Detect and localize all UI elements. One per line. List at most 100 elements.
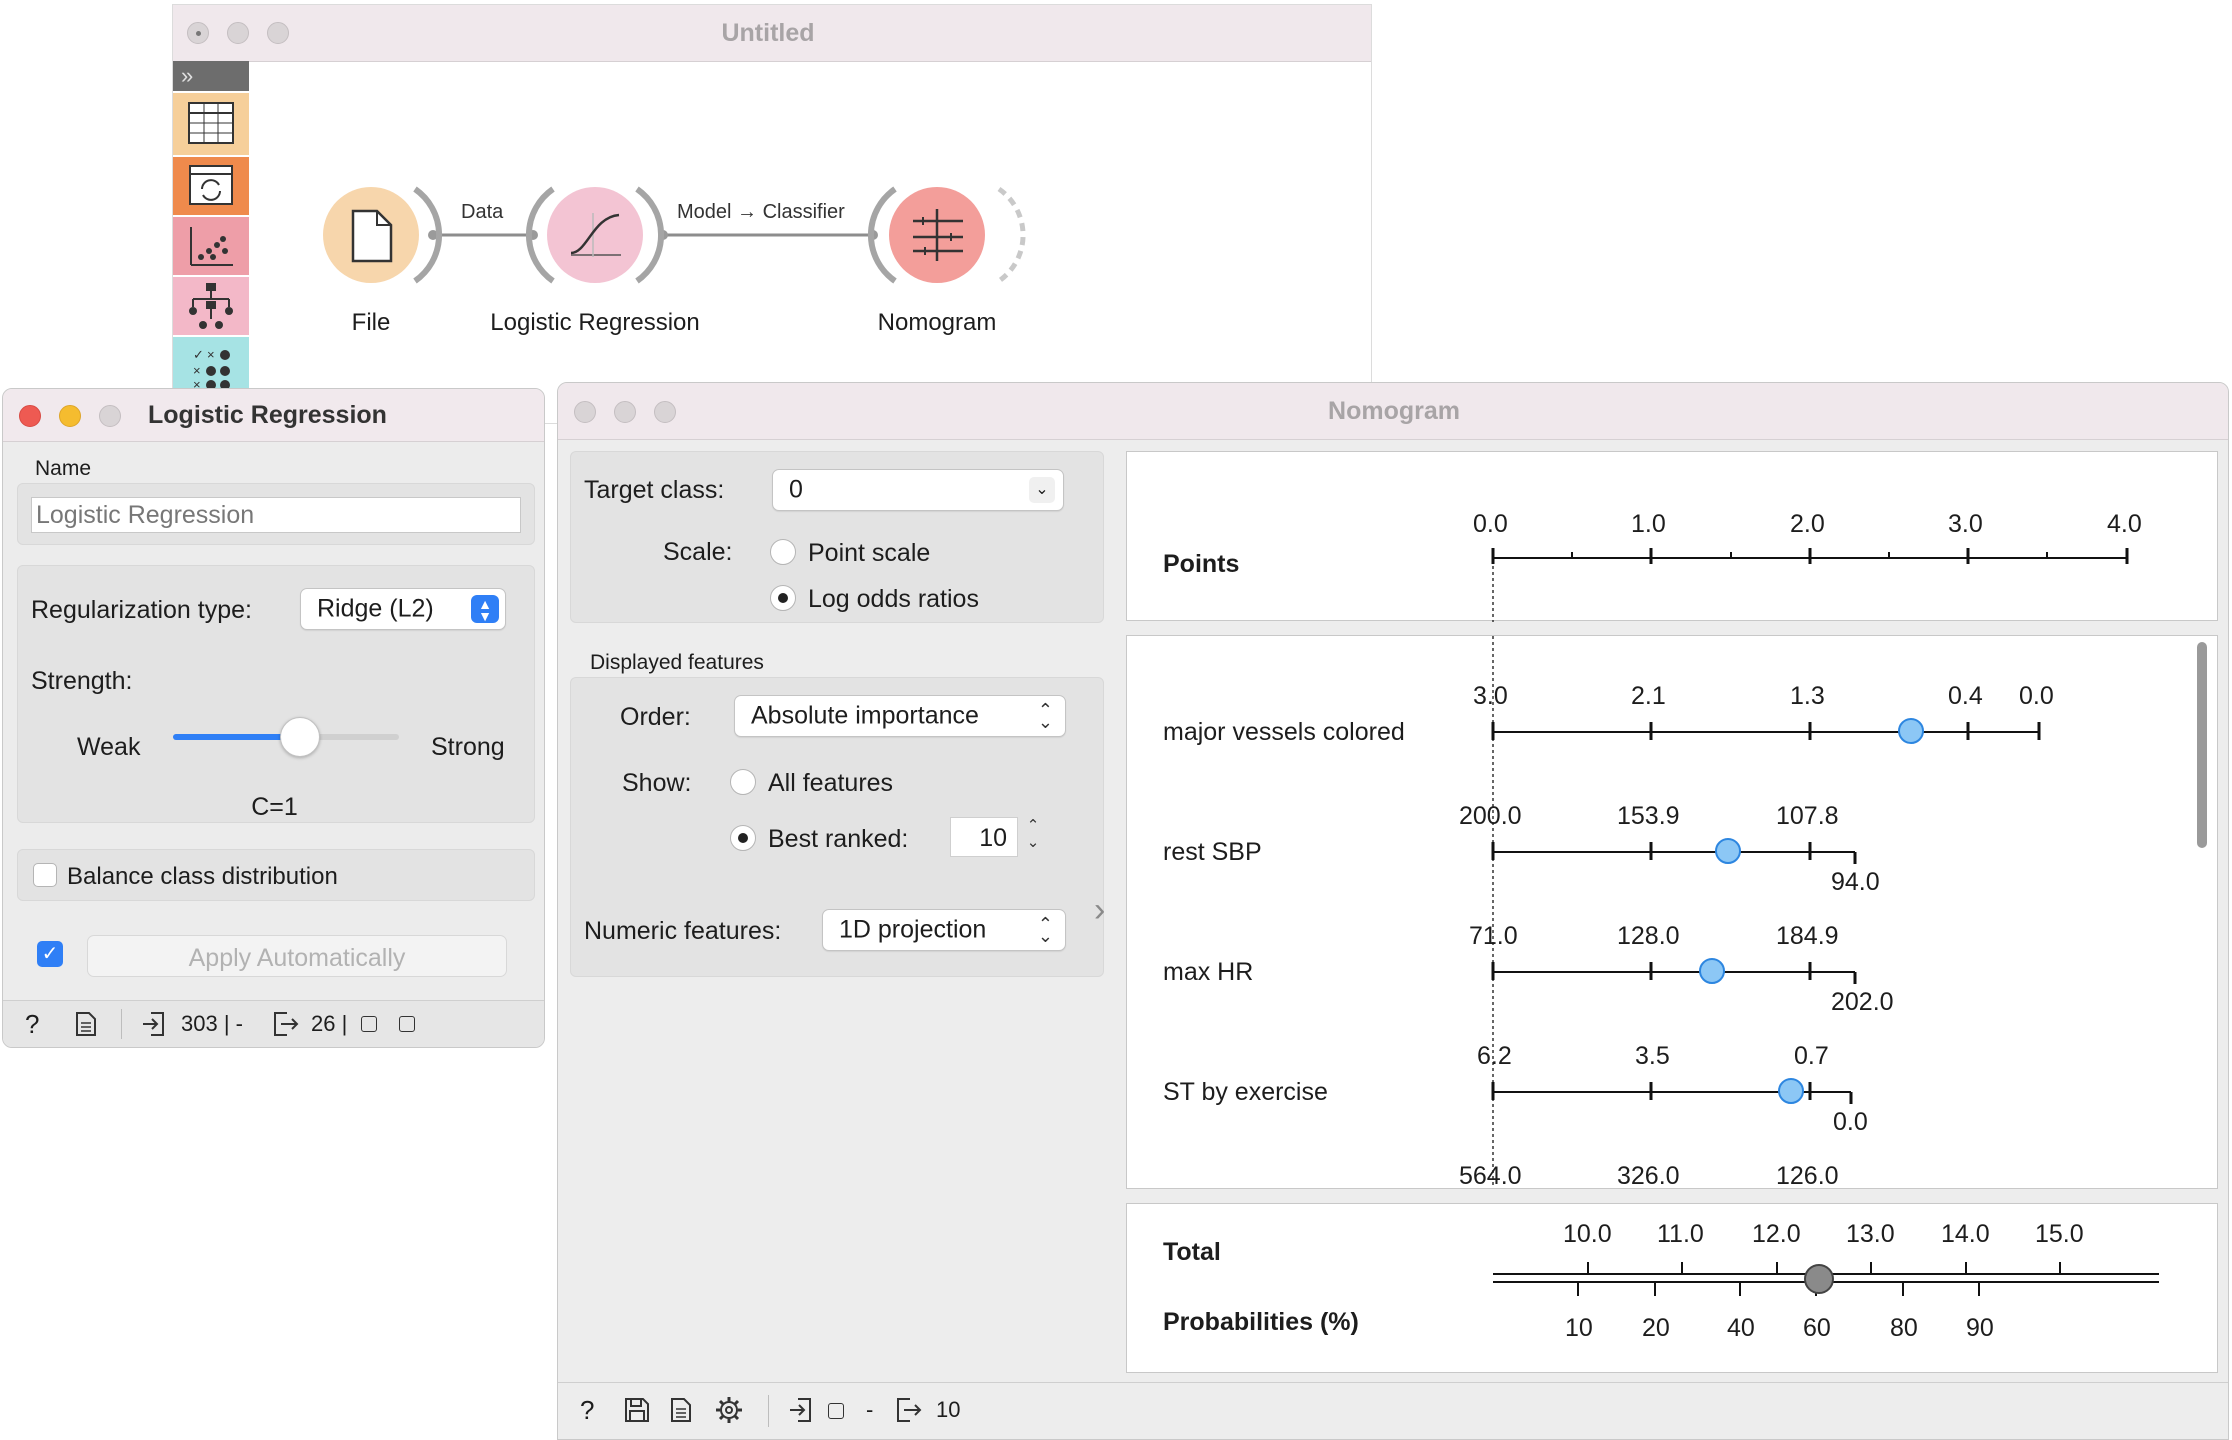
all-features-label: All features <box>768 769 894 797</box>
feature-tick-label: 202.0 <box>1831 988 1894 1016</box>
points-tick-label: 4.0 <box>2107 510 2142 538</box>
output-icon <box>897 1398 922 1422</box>
apply-button[interactable]: Apply Automatically <box>87 935 507 977</box>
status-divider <box>768 1395 769 1427</box>
feature-tick-label: 6.2 <box>1477 1042 1512 1070</box>
feature-value-marker[interactable] <box>1777 1078 1804 1104</box>
model-input-icon <box>828 1403 844 1419</box>
spin-stepper-icon[interactable]: ⌃ ⌄ <box>1020 817 1046 857</box>
status-divider <box>121 1009 122 1039</box>
point-scale-radio[interactable] <box>770 539 796 565</box>
prob-tick-label: 80 <box>1890 1314 1918 1342</box>
feature-name: rest SBP <box>1163 838 1262 866</box>
logistic-regression-node[interactable] <box>525 186 665 284</box>
feature-tick-label: 0.4 <box>1948 682 1983 710</box>
target-class-label: Target class: <box>584 476 725 504</box>
select-stepper-icon: ⌃ ⌄ <box>1037 914 1053 946</box>
target-class-select[interactable]: 0 ⌄ <box>772 469 1064 511</box>
feature-tick-label: 153.9 <box>1617 802 1680 830</box>
report-icon[interactable] <box>670 1397 692 1423</box>
prob-tick-label: 40 <box>1727 1314 1755 1342</box>
feature-tick-label: 94.0 <box>1831 868 1880 896</box>
name-label: Name <box>35 457 92 480</box>
feature-tick-label: 3.5 <box>1635 1042 1670 1070</box>
feature-tick-label: 0.7 <box>1794 1042 1829 1070</box>
collapse-panel-arrow-icon[interactable]: › <box>1094 891 1105 930</box>
nomogram-status-bar: ? - 10 <box>558 1382 2228 1439</box>
lr-status-bar: ? 303 | - 26 | <box>3 1000 544 1047</box>
order-value: Absolute importance <box>751 701 979 730</box>
points-pane: Points 0.0 1.0 2.0 3.0 4.0 <box>1126 451 2218 622</box>
points-axis <box>1491 548 2129 622</box>
file-node[interactable] <box>323 186 443 284</box>
link-model-label: Model → Classifier <box>677 201 845 223</box>
feature-value-marker[interactable] <box>1714 838 1741 864</box>
feature-tick-label: 0.0 <box>2019 682 2054 710</box>
auto-apply-checkbox[interactable]: ✓ <box>37 941 63 967</box>
model-output-icon <box>399 1016 415 1032</box>
order-label: Order: <box>620 703 691 731</box>
select-stepper-icon: ⌃ ⌄ <box>1037 700 1053 732</box>
regularization-label: Regularization type: <box>31 596 252 624</box>
regularization-value: Ridge (L2) <box>317 594 434 623</box>
nomogram-window-title: Nomogram <box>1328 397 1460 425</box>
target-class-value: 0 <box>789 475 803 504</box>
lr-window-title: Logistic Regression <box>148 401 387 429</box>
output-count: 10 <box>936 1397 961 1422</box>
feature-tick-label: 0.0 <box>1833 1108 1868 1136</box>
feature-tick-label: 184.9 <box>1776 922 1839 950</box>
total-tick-label: 14.0 <box>1941 1220 1990 1248</box>
name-field[interactable] <box>31 497 521 533</box>
order-select[interactable]: Absolute importance ⌃ ⌄ <box>734 695 1066 737</box>
log-odds-radio[interactable] <box>770 585 796 611</box>
main-canvas-window: Untitled » ✓ × × × Data Model → Classifi… <box>172 4 1372 424</box>
lr-title-bar: Logistic Regression <box>3 389 544 442</box>
nomogram-node[interactable] <box>867 186 1026 284</box>
feature-tick-label: 200.0 <box>1459 802 1522 830</box>
apply-button-label: Apply Automatically <box>188 944 406 972</box>
close-button[interactable] <box>19 405 41 427</box>
total-tick-label: 13.0 <box>1846 1220 1895 1248</box>
all-features-radio[interactable] <box>730 769 756 795</box>
feature-tick-label: 326.0 <box>1617 1162 1680 1189</box>
strength-slider-handle[interactable] <box>279 717 320 757</box>
help-icon[interactable]: ? <box>25 1009 39 1040</box>
input-icon <box>143 1012 164 1036</box>
features-scrollbar[interactable] <box>2195 642 2209 1182</box>
feature-name: max HR <box>1163 958 1254 986</box>
help-icon[interactable]: ? <box>580 1395 594 1426</box>
save-icon[interactable] <box>624 1397 650 1423</box>
regularization-select[interactable]: Ridge (L2) ▲ ▼ <box>300 588 506 630</box>
minimize-button[interactable] <box>59 405 81 427</box>
prob-tick-label: 20 <box>1642 1314 1670 1342</box>
feature-name: ST by exercise <box>1163 1078 1328 1106</box>
zoom-button[interactable] <box>99 405 121 427</box>
best-ranked-radio[interactable] <box>730 825 756 851</box>
feature-tick-label: 564.0 <box>1459 1162 1522 1189</box>
balance-label: Balance class distribution <box>67 863 338 890</box>
point-scale-label: Point scale <box>808 539 931 567</box>
feature-tick-label: 107.8 <box>1776 802 1839 830</box>
gear-icon[interactable] <box>714 1395 744 1425</box>
feature-tick-label: 128.0 <box>1617 922 1680 950</box>
best-ranked-spinbox[interactable]: 10 <box>950 817 1018 857</box>
report-icon[interactable] <box>75 1011 97 1037</box>
weak-label: Weak <box>77 733 141 761</box>
scrollbar-thumb[interactable] <box>2197 642 2207 848</box>
link-data-label: Data <box>461 201 504 223</box>
feature-tick-label: 2.1 <box>1631 682 1666 710</box>
feature-value-marker[interactable] <box>1698 958 1725 984</box>
select-stepper-icon: ▲ ▼ <box>471 595 499 623</box>
prob-tick-label: 90 <box>1966 1314 1994 1342</box>
best-ranked-value: 10 <box>979 824 1007 852</box>
numeric-features-select[interactable]: 1D projection ⌃ ⌄ <box>822 909 1066 951</box>
strength-slider-track[interactable] <box>173 717 399 757</box>
scale-label: Scale: <box>663 538 733 566</box>
numeric-features-value: 1D projection <box>839 915 987 944</box>
c-value-label: C=1 <box>251 793 298 821</box>
logistic-regression-window: Logistic Regression Name Regularization … <box>2 388 545 1048</box>
balance-checkbox[interactable] <box>33 863 57 887</box>
nomogram-title-bar: Nomogram <box>558 383 2228 440</box>
data-output-icon <box>361 1016 377 1032</box>
total-tick-label: 10.0 <box>1563 1220 1612 1248</box>
